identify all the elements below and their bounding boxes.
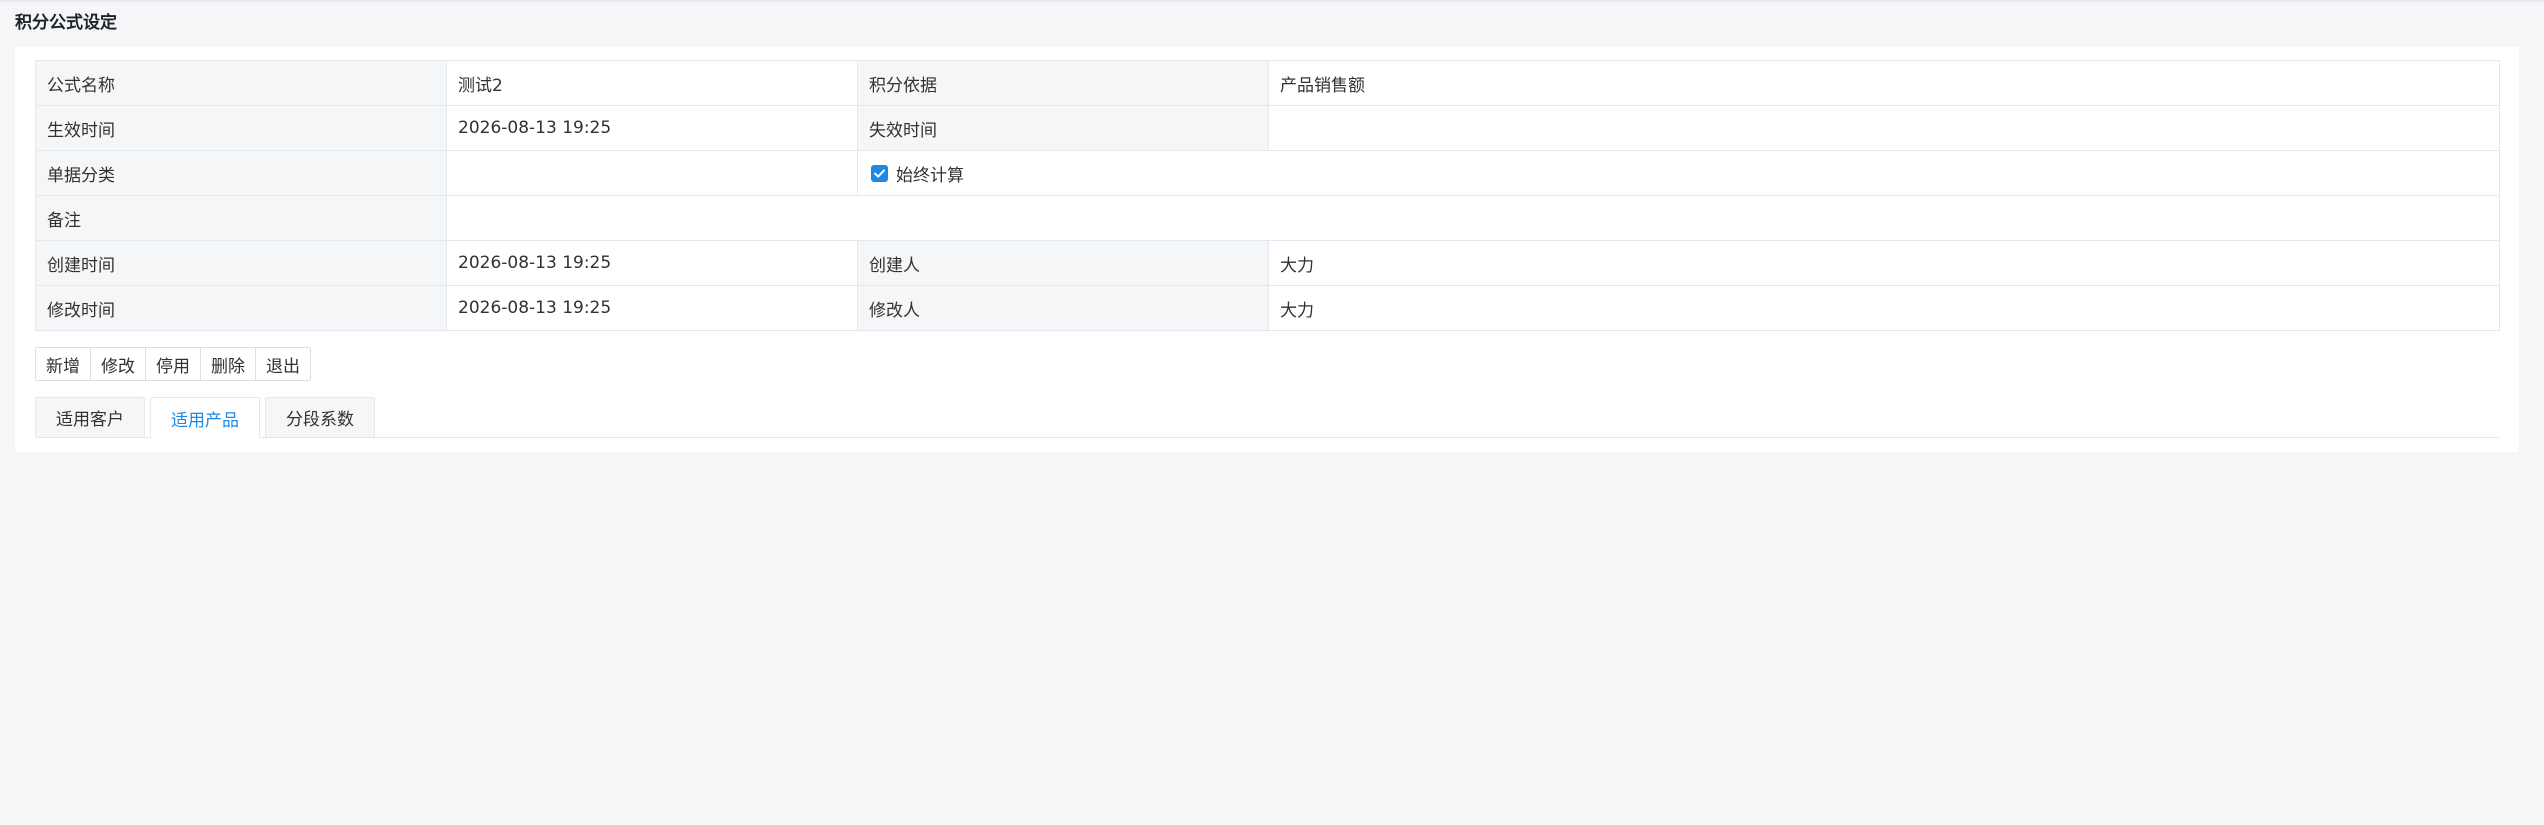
- form-row-remark: 备注: [36, 196, 2500, 241]
- formula-name-field[interactable]: 测试2: [447, 61, 858, 105]
- main-panel: 公式名称 测试2 积分依据 产品销售额 生效时间 2026-08-13 19:2…: [15, 47, 2519, 452]
- page-title: 积分公式设定: [15, 13, 117, 33]
- created-time-label: 创建时间: [36, 241, 447, 285]
- always-calc-checkbox-row[interactable]: 始终计算: [858, 151, 2500, 195]
- always-calc-checkbox[interactable]: [871, 164, 888, 182]
- add-button[interactable]: 新增: [36, 348, 91, 380]
- tab-applicable-products[interactable]: 适用产品: [150, 397, 260, 438]
- form-row-category: 单据分类 始终计算: [36, 151, 2500, 196]
- expire-time-label: 失效时间: [858, 106, 1269, 150]
- remark-label: 备注: [36, 196, 447, 240]
- created-time-value: 2026-08-13 19:25: [447, 241, 858, 285]
- creator-label: 创建人: [858, 241, 1269, 285]
- effective-time-label: 生效时间: [36, 106, 447, 150]
- checkmark-icon: [874, 168, 885, 178]
- exit-button[interactable]: 退出: [256, 348, 310, 380]
- remark-field[interactable]: [447, 196, 2500, 240]
- creator-value: 大力: [1269, 241, 2500, 285]
- disable-button[interactable]: 停用: [146, 348, 201, 380]
- modified-time-label: 修改时间: [36, 286, 447, 330]
- tab-segment-coefficients[interactable]: 分段系数: [265, 397, 375, 437]
- formula-name-label: 公式名称: [36, 61, 447, 105]
- top-divider: [0, 0, 2544, 2]
- action-toolbar: 新增 修改 停用 删除 退出: [35, 347, 311, 381]
- form-row-name: 公式名称 测试2 积分依据 产品销售额: [36, 61, 2500, 106]
- form-row-modified: 修改时间 2026-08-13 19:25 修改人 大力: [36, 286, 2500, 331]
- doc-category-label: 单据分类: [36, 151, 447, 195]
- modified-time-value: 2026-08-13 19:25: [447, 286, 858, 330]
- formula-form: 公式名称 测试2 积分依据 产品销售额 生效时间 2026-08-13 19:2…: [35, 60, 2500, 331]
- form-row-effective: 生效时间 2026-08-13 19:25 失效时间: [36, 106, 2500, 151]
- points-basis-field[interactable]: 产品销售额: [1269, 61, 2500, 105]
- modifier-label: 修改人: [858, 286, 1269, 330]
- form-row-created: 创建时间 2026-08-13 19:25 创建人 大力: [36, 241, 2500, 286]
- effective-time-field[interactable]: 2026-08-13 19:25: [447, 106, 858, 150]
- expire-time-field[interactable]: [1269, 106, 2500, 150]
- always-calc-label: 始终计算: [896, 165, 964, 186]
- modifier-value: 大力: [1269, 286, 2500, 330]
- doc-category-field[interactable]: [447, 151, 858, 195]
- tab-applicable-customers[interactable]: 适用客户: [35, 397, 145, 437]
- tab-bar: 适用客户 适用产品 分段系数: [35, 397, 2499, 438]
- points-basis-label: 积分依据: [858, 61, 1269, 105]
- delete-button[interactable]: 删除: [201, 348, 256, 380]
- edit-button[interactable]: 修改: [91, 348, 146, 380]
